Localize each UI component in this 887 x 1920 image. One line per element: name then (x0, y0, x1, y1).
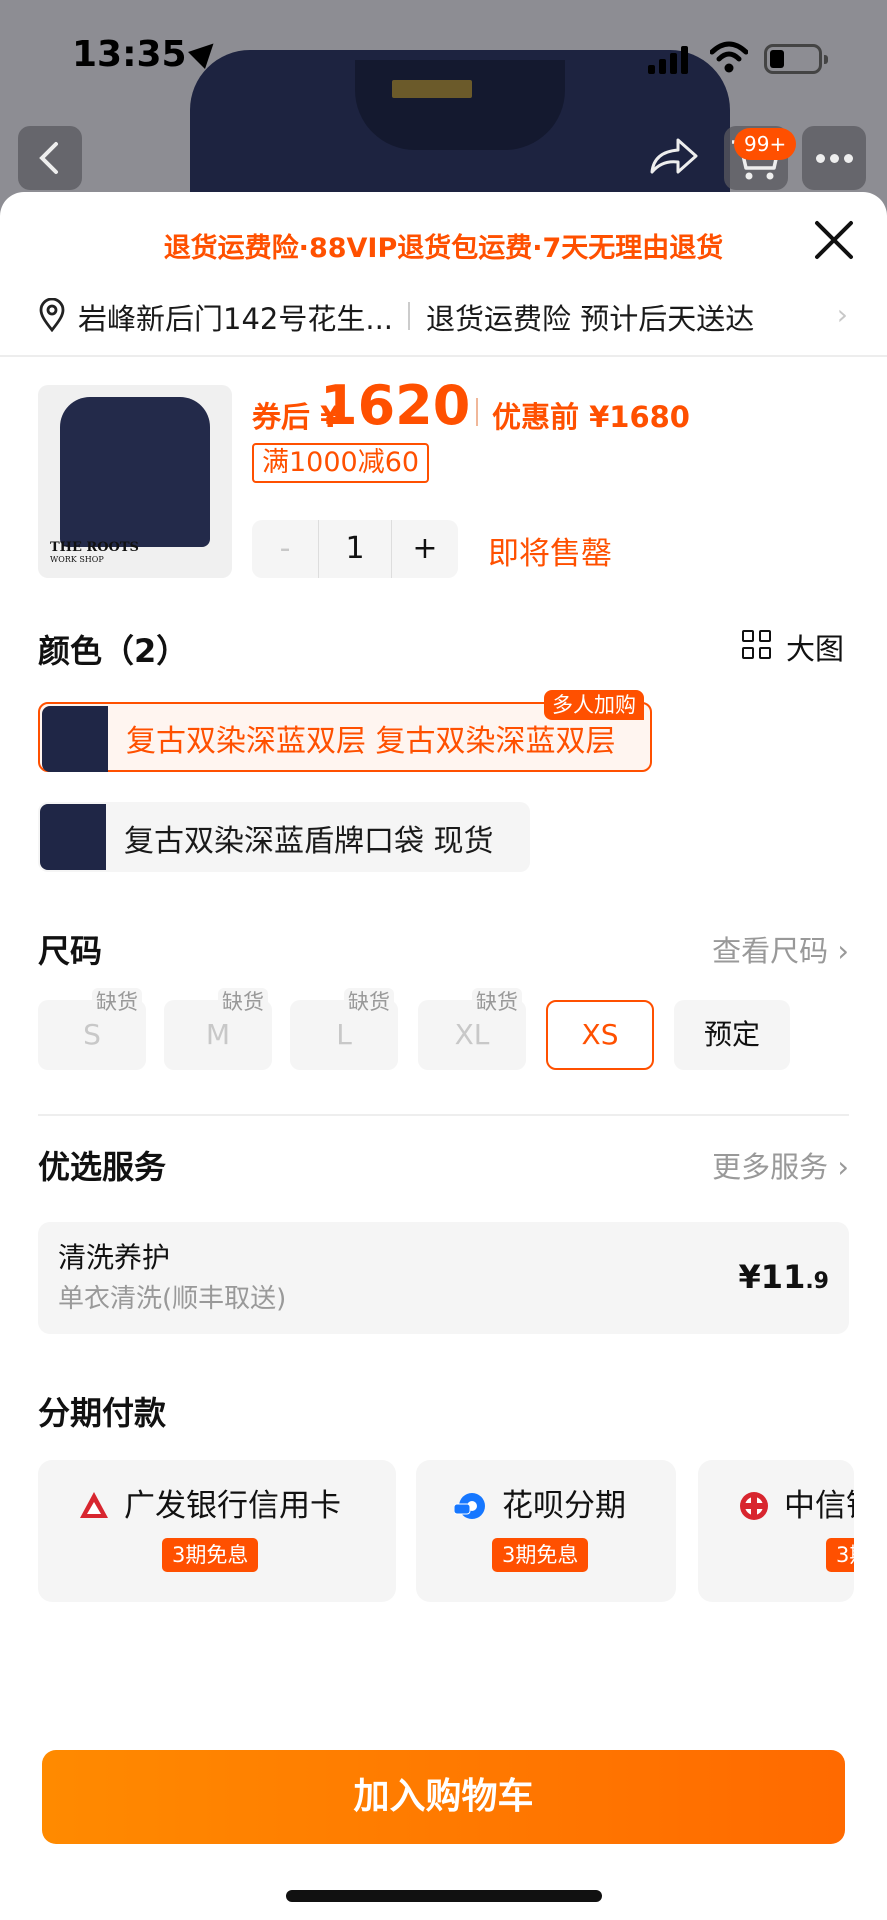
color-option-label: 复古双染深蓝双层 复古双染深蓝双层 (126, 724, 616, 759)
size-option[interactable]: 预定 (674, 1000, 790, 1070)
service-name: 清洗养护 (58, 1241, 171, 1274)
stock-note: 即将售罄 (488, 536, 612, 572)
delivery-address-row[interactable]: 岩峰新后门142号花生... 退货运费险 预计后天送达 › (38, 292, 848, 340)
shipping-info: 退货运费险 预计后天送达 (426, 302, 755, 336)
popular-tag: 多人加购 (544, 690, 644, 720)
back-button[interactable] (18, 126, 82, 190)
color-thumbnail (42, 706, 108, 772)
color-section-title: 颜色（2） (38, 632, 189, 670)
cart-count-badge: 99+ (734, 128, 797, 160)
service-description: 单衣清洗(顺丰取送) (58, 1284, 287, 1314)
size-option-out-of-stock[interactable]: M 缺货 (164, 988, 272, 1070)
size-option-selected[interactable]: XS (546, 1000, 654, 1070)
location-arrow-icon (187, 35, 222, 69)
address-divider (408, 302, 410, 330)
size-label: M (205, 1018, 231, 1051)
size-section-title: 尺码 (38, 932, 103, 970)
interest-free-tag: 3期免息 (492, 1538, 589, 1572)
wifi-icon (710, 41, 748, 73)
size-option-out-of-stock[interactable]: L 缺货 (290, 988, 398, 1070)
price-before-discount: 优惠前 ¥1680 (492, 400, 690, 434)
installment-name: 中信银行信用卡 (784, 1488, 854, 1524)
installment-name: 广发银行信用卡 (124, 1488, 341, 1524)
close-icon[interactable] (812, 218, 856, 262)
size-option-out-of-stock[interactable]: S 缺货 (38, 988, 146, 1070)
quantity-value[interactable]: 1 (318, 520, 392, 578)
installment-name: 花呗分期 (502, 1488, 626, 1524)
installment-section-title: 分期付款 (38, 1394, 167, 1432)
grid-icon[interactable] (742, 630, 772, 660)
brand-logo: THE ROOTS WORK SHOP (50, 540, 139, 564)
coupon-badge: 满1000减60 (252, 443, 430, 483)
big-image-button[interactable]: 大图 (786, 626, 844, 668)
service-promo-banner: 退货运费险·88VIP退货包运费·7天无理由退货 (163, 233, 724, 264)
service-price: ¥11.9 (738, 1258, 829, 1296)
increment-button[interactable]: + (392, 520, 458, 578)
price-divider (476, 398, 478, 426)
quantity-stepper: - 1 + (252, 520, 458, 578)
installment-card-huabei[interactable]: 花呗分期 3期免息 (416, 1460, 676, 1602)
battery-icon (764, 44, 828, 74)
cellular-signal-icon (648, 46, 692, 74)
delivery-address: 岩峰新后门142号花生... (78, 302, 394, 336)
out-of-stock-tag: 缺货 (472, 988, 522, 1016)
size-label: XS (581, 1018, 619, 1051)
status-bar: 13:35 (0, 0, 887, 110)
service-option[interactable]: 清洗养护 单衣清洗(顺丰取送) ¥11.9 (38, 1222, 849, 1334)
divider (38, 1114, 849, 1116)
location-pin-icon (39, 298, 65, 332)
color-thumbnail (40, 804, 106, 870)
services-section-title: 优选服务 (38, 1148, 167, 1186)
sku-selection-sheet: 退货运费险·88VIP退货包运费·7天无理由退货 岩峰新后门142号花生... … (0, 192, 887, 1920)
price-after-coupon: 1620 (320, 374, 471, 437)
out-of-stock-tag: 缺货 (344, 988, 394, 1016)
decrement-button[interactable]: - (252, 520, 318, 578)
product-thumbnail[interactable]: THE ROOTS WORK SHOP (38, 385, 232, 578)
chevron-left-icon (39, 142, 58, 174)
cgb-bank-icon (80, 1492, 108, 1518)
interest-free-tag: 3期免息 (826, 1538, 854, 1572)
more-services-link[interactable]: 更多服务 › (712, 1144, 849, 1186)
color-option-label: 复古双染深蓝盾牌口袋 现货 (124, 824, 494, 859)
size-label: S (83, 1018, 101, 1051)
chevron-right-icon: › (836, 298, 848, 331)
more-icon (802, 126, 866, 190)
share-button[interactable] (640, 126, 704, 190)
share-icon (650, 138, 698, 174)
size-guide-link[interactable]: 查看尺码 › (712, 928, 849, 970)
size-label: 预定 (703, 1018, 760, 1051)
out-of-stock-tag: 缺货 (218, 988, 268, 1016)
out-of-stock-tag: 缺货 (92, 988, 142, 1016)
size-option-out-of-stock[interactable]: XL 缺货 (418, 988, 526, 1070)
installment-card-cgb[interactable]: 广发银行信用卡 3期免息 (38, 1460, 396, 1602)
interest-free-tag: 3期免息 (162, 1538, 259, 1572)
status-time: 13:35 (72, 34, 222, 75)
divider (0, 355, 887, 357)
huabei-icon (454, 1493, 485, 1519)
size-label: L (336, 1018, 352, 1051)
installment-card-citic[interactable]: 中信银行信用卡 3期免息 (698, 1460, 854, 1602)
add-to-cart-button[interactable]: 加入购物车 (42, 1750, 845, 1844)
home-indicator (286, 1890, 602, 1902)
citic-bank-icon (740, 1492, 768, 1520)
size-label: XL (454, 1018, 490, 1051)
shirt-image (60, 397, 210, 547)
color-option[interactable]: 复古双染深蓝盾牌口袋 现货 (38, 802, 530, 872)
